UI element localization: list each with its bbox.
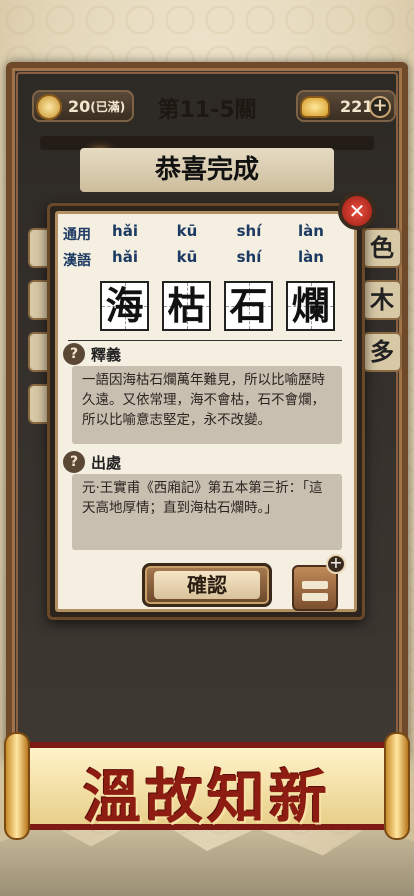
idiom-char-1: 海 [100,281,149,331]
side-char-1: 色 [362,228,402,268]
question-icon: ? [63,343,85,365]
idiom-char-4: 爛 [286,281,335,331]
gold-ingot-icon [300,96,330,118]
add-gold-button[interactable]: + [369,96,391,118]
idiom-char-4-text: 爛 [291,283,330,328]
side-char-3: 多 [362,332,402,372]
close-button[interactable]: ✕ [338,192,376,230]
pinyin-hanyu-1: hǎi [112,248,138,266]
source-title: 出處 [91,453,122,472]
pinyin-hanyu-2: kū [176,248,198,266]
source-text: 元·王實甫《西廂記》第五本第三折：「這天高地厚情；直到海枯石爛時。」 [72,474,342,550]
pinyin-hanyu-3: shí [236,248,262,266]
pinyin-label-general: 通用 [63,227,91,243]
pinyin-general-3: shí [236,222,262,240]
pinyin-general-1: hǎi [112,222,138,240]
question-icon: ? [63,451,85,473]
meaning-text: 一語因海枯石爛萬年難見，所以比喻歷時久遠。又依常理，海不會枯，石不會爛，所以比喻… [72,366,342,444]
idiom-char-1-text: 海 [105,283,144,328]
banner-slogan: 溫故知新 [82,763,331,831]
pinyin-general-2: kū [176,222,198,240]
side-char-2: 木 [362,280,402,320]
book-page-icon [302,593,328,601]
pinyin-label-hanyu: 漢語 [63,253,91,269]
book-page-icon [302,581,328,589]
congrats-title: 恭喜完成 [80,148,334,192]
idiom-char-3: 石 [224,281,273,331]
pinyin-general-4: làn [298,222,324,240]
idiom-char-3-text: 石 [229,283,268,328]
idiom-char-2: 枯 [162,281,211,331]
add-to-book-icon[interactable]: + [326,554,346,574]
divider [68,340,342,341]
idiom-char-2-text: 枯 [167,283,206,328]
gold-counter[interactable]: 221 + [296,90,396,122]
source-heading: ? 出處 [63,451,121,473]
meaning-title: 釋義 [91,345,122,364]
pinyin-hanyu-4: làn [298,248,324,266]
confirm-button[interactable]: 確認 [142,563,272,607]
meaning-heading: ? 釋義 [63,343,121,365]
confirm-label: 確認 [154,571,260,599]
